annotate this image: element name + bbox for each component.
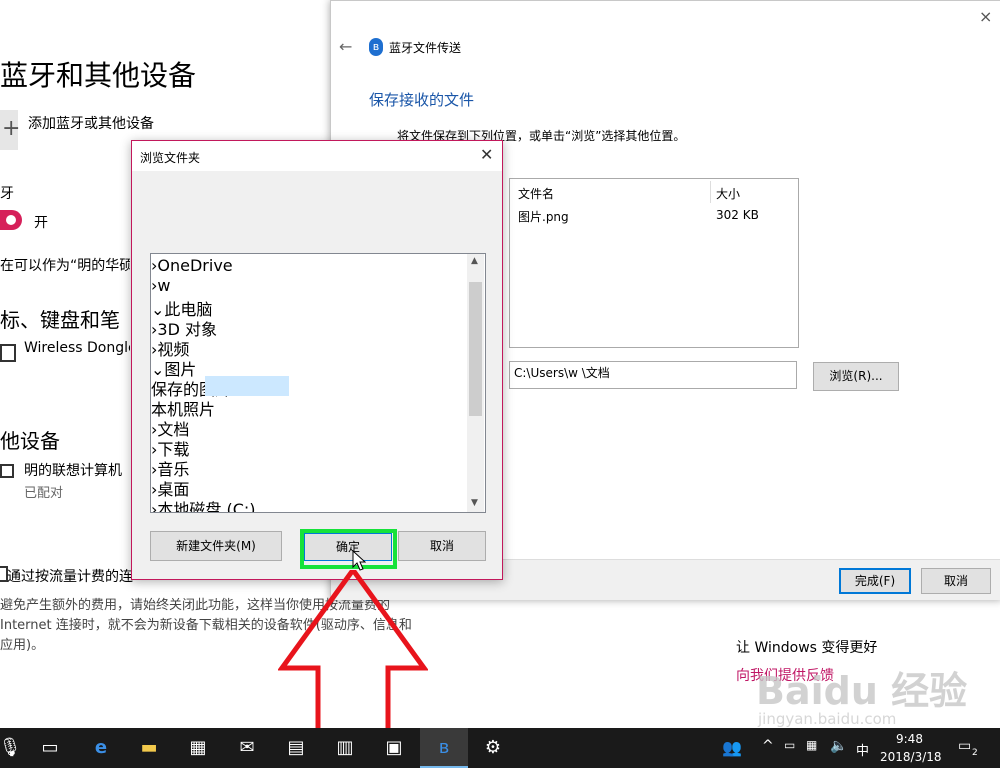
cancel-button[interactable]: 取消 [398,531,486,561]
browse-button[interactable]: 浏览(R)... [813,362,899,391]
tree-item[interactable]: ›3D 对象 [151,316,467,339]
laptop-icon [0,464,14,478]
tree-item[interactable]: ›文档 [151,416,467,439]
tree-item[interactable]: ›视频 [151,336,467,359]
mouse-cursor-icon [352,550,366,571]
bluetooth-icon: ʙ [369,38,383,56]
column-header-name[interactable]: 文件名 [518,185,554,202]
tree-item[interactable]: 本机照片 [151,396,467,419]
volume-icon[interactable]: 🔈 [830,738,847,754]
chevron-up-icon[interactable]: ^ [762,738,774,754]
device-wireless-dongle[interactable]: Wireless Dongle [24,340,130,356]
tree-item[interactable]: ›音乐 [151,456,467,479]
tree-item[interactable]: ⌄此电脑 [151,296,467,319]
store-icon[interactable]: ▦ [174,728,222,768]
improve-windows-title: 让 Windows 变得更好 [736,640,878,656]
scroll-up-icon[interactable]: ▲ [471,256,478,266]
baidu-watermark: Baidu 经验 [756,669,968,713]
edge-icon[interactable]: e [77,728,125,768]
new-folder-button[interactable]: 新建文件夹(M) [150,531,282,561]
mail-icon[interactable]: ✉ [223,728,271,768]
bluetooth-label: 牙 [0,186,14,202]
back-arrow-icon[interactable]: ← [339,37,352,56]
save-heading: 保存接收的文件 [369,91,475,109]
page-title: 蓝牙和其他设备 [0,59,197,92]
tree-item[interactable]: ›桌面 [151,476,467,499]
scrollbar-thumb[interactable] [469,282,482,416]
column-divider[interactable] [710,181,711,203]
finish-button[interactable]: 完成(F) [839,568,911,594]
settings-gear-icon[interactable]: ⚙ [469,728,517,768]
file-name[interactable]: 图片.png [518,208,569,225]
device-status: 已配对 [24,486,64,501]
tree-item-label: 本地磁盘 (C:) [157,500,256,513]
highlight-box [300,529,397,569]
notification-count: 2 [972,748,978,758]
browse-folder-dialog: 浏览文件夹 ✕ ›OneDrive ›w ⌄此电脑 ›3D 对象 ›视频 ⌄图片 保存的图片… [131,140,503,580]
tree-item-label: w [157,276,171,295]
tree-item[interactable]: 保存的图片 [151,376,467,399]
ime-indicator[interactable]: 中 [856,740,869,759]
selection-highlight [205,376,289,396]
tree-item[interactable]: ›下载 [151,436,467,459]
scroll-down-icon[interactable]: ▼ [471,498,478,508]
app-icon[interactable]: ▤ [272,728,320,768]
task-view-icon[interactable]: ▭ [26,728,74,768]
save-path-field[interactable]: C:\Users\w \文档 [509,361,797,389]
clock-date[interactable]: 2018/3/18 [880,750,942,764]
people-icon[interactable]: 👥 [722,738,742,757]
tree-item[interactable]: ⌄图片 [151,356,467,379]
close-icon[interactable]: × [979,7,992,26]
cancel-button[interactable]: 取消 [921,568,991,594]
bluetooth-icon[interactable]: ʙ [420,728,468,768]
app-icon-2[interactable]: ▥ [321,728,369,768]
clock-time[interactable]: 9:48 [896,732,923,746]
section-other-devices: 他设备 [0,429,60,453]
metered-label: 通过按流量计费的连 [7,569,133,585]
file-explorer-icon[interactable]: ▬ [125,728,173,768]
column-header-size[interactable]: 大小 [716,185,740,202]
keyboard-icon [0,344,16,362]
folder-tree: ›OneDrive ›w ⌄此电脑 ›3D 对象 ›视频 ⌄图片 保存的图片 本机照片 ›文档 ›… [150,253,486,513]
add-device-label[interactable]: 添加蓝牙或其他设备 [28,113,154,133]
notification-icon[interactable]: ▭ [958,738,971,754]
app-icon-3[interactable]: ▣ [370,728,418,768]
close-icon[interactable]: ✕ [480,145,493,164]
device-lenovo[interactable]: 明的联想计算机 [24,460,130,480]
toggle-knob [6,215,16,225]
dialog-title: 浏览文件夹 [140,151,201,165]
tree-item[interactable]: ›本地磁盘 (C:) [151,496,467,513]
tree-item-label: OneDrive [157,256,233,275]
network-icon[interactable]: ▦ [806,738,817,752]
discoverable-text: 在可以作为“明的华硕 [0,258,130,274]
received-files-list: 文件名 大小 图片.png 302 KB [509,178,799,348]
window-title: 蓝牙文件传送 [389,41,462,55]
section-mouse-keyboard: 标、键盘和笔 [0,308,120,332]
bluetooth-state: 开 [34,215,48,231]
battery-icon[interactable]: ▭ [784,738,795,752]
tree-item[interactable]: ›w [151,276,467,296]
file-size: 302 KB [716,208,759,222]
tree-item[interactable]: ›OneDrive [151,256,467,276]
plus-icon: + [2,116,21,141]
watermark-site: jingyan.baidu.com [758,710,897,728]
